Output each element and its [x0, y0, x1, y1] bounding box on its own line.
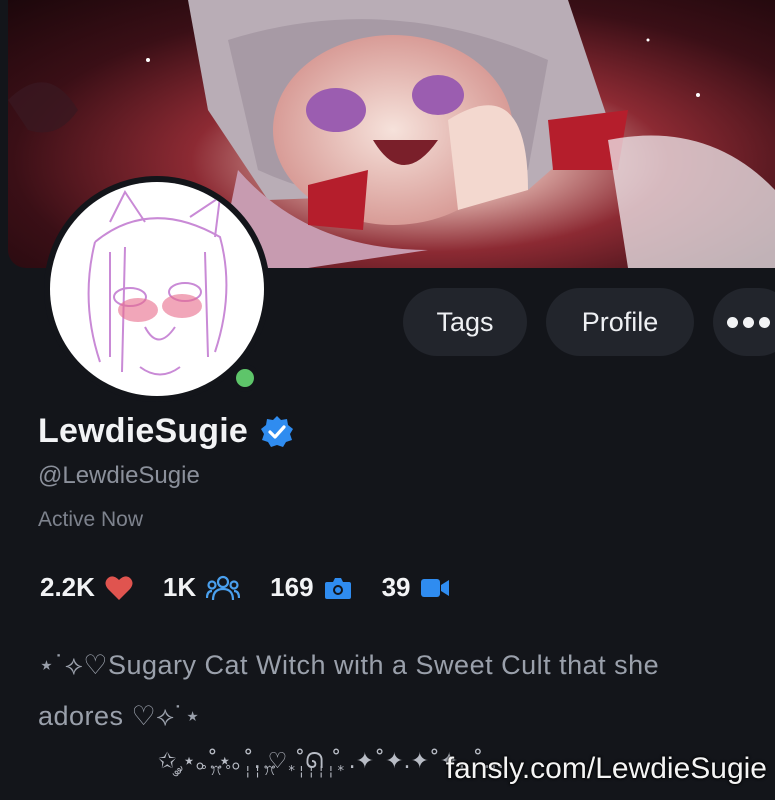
camera-icon	[324, 577, 351, 599]
videos-stat[interactable]: 39	[382, 572, 451, 603]
photos-stat[interactable]: 169	[270, 572, 351, 603]
verified-badge-icon	[261, 415, 294, 447]
heart-icon	[105, 575, 133, 600]
profile-button[interactable]: Profile	[546, 288, 694, 356]
tags-button-label: Tags	[436, 306, 494, 337]
likes-stat[interactable]: 2.2K	[40, 572, 133, 603]
bio-line-2: adores ♡⟡˙⋆	[38, 701, 202, 731]
bio-text: ⋆˙⟡♡Sugary Cat Witch with a Sweet Cult t…	[38, 640, 738, 742]
videos-count: 39	[381, 572, 411, 602]
tags-button[interactable]: Tags	[403, 288, 527, 356]
activity-status: Active Now	[38, 508, 144, 531]
avatar[interactable]	[50, 182, 264, 396]
profile-stats: 2.2K 1K 169 39	[40, 572, 480, 603]
username-handle: @LewdieSugie	[38, 462, 200, 489]
online-status-dot	[231, 364, 259, 392]
name-row: LewdieSugie	[38, 412, 294, 451]
likes-count: 2.2K	[40, 572, 95, 602]
avatar-sketch	[87, 190, 228, 376]
photos-count: 169	[270, 572, 314, 602]
followers-count: 1K	[162, 572, 197, 602]
video-camera-icon	[421, 578, 450, 597]
bio-line-1: ⋆˙⟡♡Sugary Cat Witch with a Sweet Cult t…	[38, 650, 660, 680]
profile-button-label: Profile	[581, 306, 659, 337]
bio-decoration-dots: °ꔫ° ¦¦ꔫ *¦¦¦¦*	[200, 764, 347, 779]
more-options-button[interactable]	[713, 288, 775, 356]
users-icon	[206, 575, 241, 600]
more-horizontal-icon	[727, 316, 770, 328]
display-name: LewdieSugie	[38, 412, 249, 450]
watermark-text: fansly.com/LewdieSugie	[445, 752, 767, 785]
followers-stat[interactable]: 1K	[162, 572, 241, 603]
